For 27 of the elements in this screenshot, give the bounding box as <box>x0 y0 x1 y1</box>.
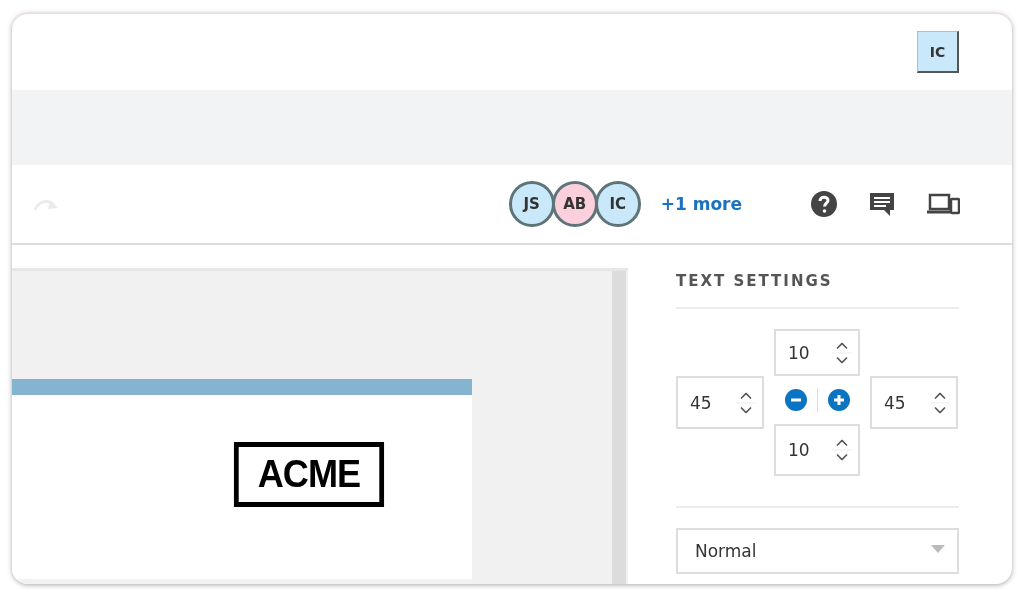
caret-icon <box>931 545 945 553</box>
chevron-up-icon[interactable] <box>740 392 752 399</box>
help-icon[interactable] <box>810 190 838 218</box>
chevron-down-icon[interactable] <box>836 453 848 461</box>
chevron-up-icon[interactable] <box>836 439 848 447</box>
number-field[interactable]: 10 <box>774 424 860 476</box>
collaborator-avatar[interactable]: JS <box>508 181 555 227</box>
plus-button[interactable] <box>827 389 850 411</box>
chevron-up-icon[interactable] <box>934 392 946 399</box>
chevron-up-icon[interactable] <box>836 342 848 349</box>
collaborator-avatar[interactable]: AB <box>551 181 598 227</box>
collaborator-avatar[interactable]: IC <box>594 181 641 227</box>
minus-button[interactable] <box>784 389 807 411</box>
panel-title: TEXT SETTINGS <box>676 271 833 291</box>
style-dropdown[interactable]: Normal <box>676 528 959 574</box>
scrollbar[interactable] <box>612 271 626 584</box>
more-collaborators-link[interactable]: +1 more <box>660 194 742 214</box>
number-field[interactable]: 45 <box>676 376 764 429</box>
user-avatar[interactable]: IC <box>917 31 959 73</box>
comment-icon[interactable] <box>868 190 896 218</box>
chevron-down-icon[interactable] <box>934 406 946 413</box>
number-field[interactable]: 45 <box>870 376 958 429</box>
chevron-down-icon[interactable] <box>740 406 752 413</box>
logo: ACME <box>233 442 384 507</box>
chevron-down-icon[interactable] <box>836 356 848 363</box>
devices-icon[interactable] <box>926 192 960 216</box>
number-field[interactable]: 10 <box>774 329 860 376</box>
